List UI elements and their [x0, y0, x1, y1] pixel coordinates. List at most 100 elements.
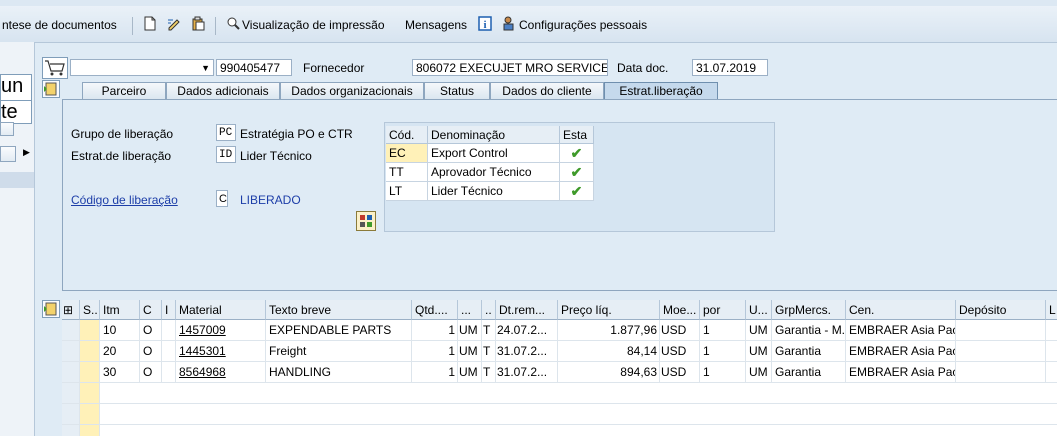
storage-location-cell[interactable]: [956, 341, 1046, 362]
column-header-plant[interactable]: Cen.: [846, 300, 956, 320]
date-type-cell[interactable]: T: [482, 341, 496, 362]
delivery-date-cell[interactable]: 24.07.2...: [496, 320, 558, 341]
personal-settings-icon[interactable]: [502, 16, 516, 31]
net-price-cell[interactable]: 1.877,96: [558, 320, 660, 341]
supplier-field[interactable]: 806072 EXECUJET MRO SERVICE...: [412, 59, 608, 76]
item-number-cell[interactable]: 30: [100, 362, 140, 383]
column-header-material-group[interactable]: GrpMercs.: [772, 300, 846, 320]
material-group-cell[interactable]: Garantia: [772, 362, 846, 383]
shopping-cart-icon[interactable]: [42, 57, 68, 79]
per-cell[interactable]: 1: [700, 341, 746, 362]
category-cell[interactable]: O: [140, 320, 162, 341]
column-header-quantity[interactable]: Qtd....: [412, 300, 458, 320]
short-text-cell[interactable]: Freight: [266, 341, 412, 362]
release-code-label[interactable]: Código de liberação: [71, 193, 178, 207]
column-header-delivery-date[interactable]: Dt.rem...: [496, 300, 558, 320]
nav-field-2[interactable]: te: [0, 100, 32, 124]
date-type-cell[interactable]: T: [482, 320, 496, 341]
currency-cell[interactable]: USD: [660, 320, 700, 341]
storage-location-cell[interactable]: [956, 320, 1046, 341]
column-header-currency[interactable]: Moe...: [660, 300, 700, 320]
plant-cell[interactable]: EMBRAER Asia Paci...: [846, 341, 956, 362]
column-header-status[interactable]: S..: [80, 300, 100, 320]
document-synthesis-button[interactable]: ntese de documentos: [2, 18, 117, 32]
row-status-cell[interactable]: [80, 425, 100, 436]
date-type-cell[interactable]: T: [482, 362, 496, 383]
per-cell[interactable]: 1: [700, 320, 746, 341]
column-header-material[interactable]: Material: [176, 300, 266, 320]
column-header-unit[interactable]: ...: [458, 300, 482, 320]
info-icon[interactable]: i: [478, 16, 492, 31]
quantity-cell[interactable]: 1: [412, 362, 458, 383]
order-unit-cell[interactable]: UM: [746, 362, 772, 383]
item-toggle-icon[interactable]: [42, 300, 60, 318]
quantity-cell[interactable]: 1: [412, 320, 458, 341]
empty-row[interactable]: [100, 425, 1057, 436]
paste-document-icon[interactable]: [191, 16, 205, 31]
column-header-category[interactable]: C: [140, 300, 162, 320]
material-link[interactable]: 1457009: [176, 320, 266, 341]
row-status-cell[interactable]: [80, 383, 100, 404]
document-date-field[interactable]: 31.07.2019: [692, 59, 768, 76]
print-preview-icon[interactable]: [226, 16, 240, 31]
l-cell[interactable]: [1046, 320, 1057, 341]
row-selector[interactable]: [62, 404, 80, 425]
plant-cell[interactable]: EMBRAER Asia Paci...: [846, 320, 956, 341]
column-header-code[interactable]: Cód.: [386, 126, 428, 144]
document-number-field[interactable]: 990405477: [216, 59, 292, 76]
item-number-cell[interactable]: 20: [100, 341, 140, 362]
column-header-order-unit[interactable]: U...: [746, 300, 772, 320]
material-group-cell[interactable]: Garantia - M...: [772, 320, 846, 341]
document-type-select[interactable]: ▼: [70, 59, 214, 76]
check-icon[interactable]: ✔: [560, 163, 594, 182]
delivery-date-cell[interactable]: 31.07.2...: [496, 341, 558, 362]
plant-cell[interactable]: EMBRAER Asia Paci...: [846, 362, 956, 383]
currency-cell[interactable]: USD: [660, 362, 700, 383]
nav-display-icon[interactable]: [0, 146, 16, 162]
empty-row[interactable]: [100, 383, 1057, 404]
column-header-t[interactable]: ..: [482, 300, 496, 320]
column-header-net-price[interactable]: Preço líq.: [558, 300, 660, 320]
material-link[interactable]: 8564968: [176, 362, 266, 383]
i-cell[interactable]: [162, 341, 176, 362]
l-cell[interactable]: [1046, 362, 1057, 383]
nav-arrow-button[interactable]: [0, 122, 14, 136]
row-status-cell[interactable]: [80, 404, 100, 425]
net-price-cell[interactable]: 894,63: [558, 362, 660, 383]
tab-organizational-data[interactable]: Dados organizacionais: [280, 82, 424, 99]
i-cell[interactable]: [162, 320, 176, 341]
category-cell[interactable]: O: [140, 362, 162, 383]
grid-settings-icon[interactable]: ⊞: [62, 300, 80, 320]
row-selector[interactable]: [62, 320, 80, 341]
column-header-status[interactable]: Esta: [560, 126, 594, 144]
short-text-cell[interactable]: HANDLING: [266, 362, 412, 383]
tab-status[interactable]: Status: [424, 82, 490, 99]
column-header-storage-location[interactable]: Depósito: [956, 300, 1046, 320]
net-price-cell[interactable]: 84,14: [558, 341, 660, 362]
currency-cell[interactable]: USD: [660, 341, 700, 362]
delivery-date-cell[interactable]: 31.07.2...: [496, 362, 558, 383]
column-header-i[interactable]: I: [162, 300, 176, 320]
storage-location-cell[interactable]: [956, 362, 1046, 383]
tab-additional-data[interactable]: Dados adicionais: [166, 82, 280, 99]
item-number-cell[interactable]: 10: [100, 320, 140, 341]
row-selector[interactable]: [62, 425, 80, 436]
empty-row[interactable]: [100, 404, 1057, 425]
check-icon[interactable]: ✔: [560, 182, 594, 201]
row-selector[interactable]: [62, 341, 80, 362]
header-toggle-icon[interactable]: [42, 80, 60, 98]
expand-arrow-icon[interactable]: ▶: [23, 147, 30, 158]
new-document-icon[interactable]: [143, 16, 157, 31]
unit-cell[interactable]: UM: [458, 362, 482, 383]
row-selector[interactable]: [62, 383, 80, 404]
check-icon[interactable]: ✔: [560, 144, 594, 163]
material-group-cell[interactable]: Garantia: [772, 341, 846, 362]
material-link[interactable]: 1445301: [176, 341, 266, 362]
column-header-name[interactable]: Denominação: [428, 126, 560, 144]
release-code-cell[interactable]: EC: [386, 144, 428, 163]
column-header-short-text[interactable]: Texto breve: [266, 300, 412, 320]
tab-release-strategy[interactable]: Estrat.liberação: [604, 82, 718, 99]
unit-cell[interactable]: UM: [458, 341, 482, 362]
release-prerequisites-icon[interactable]: [356, 211, 376, 231]
print-preview-button[interactable]: Visualização de impressão: [242, 18, 385, 32]
